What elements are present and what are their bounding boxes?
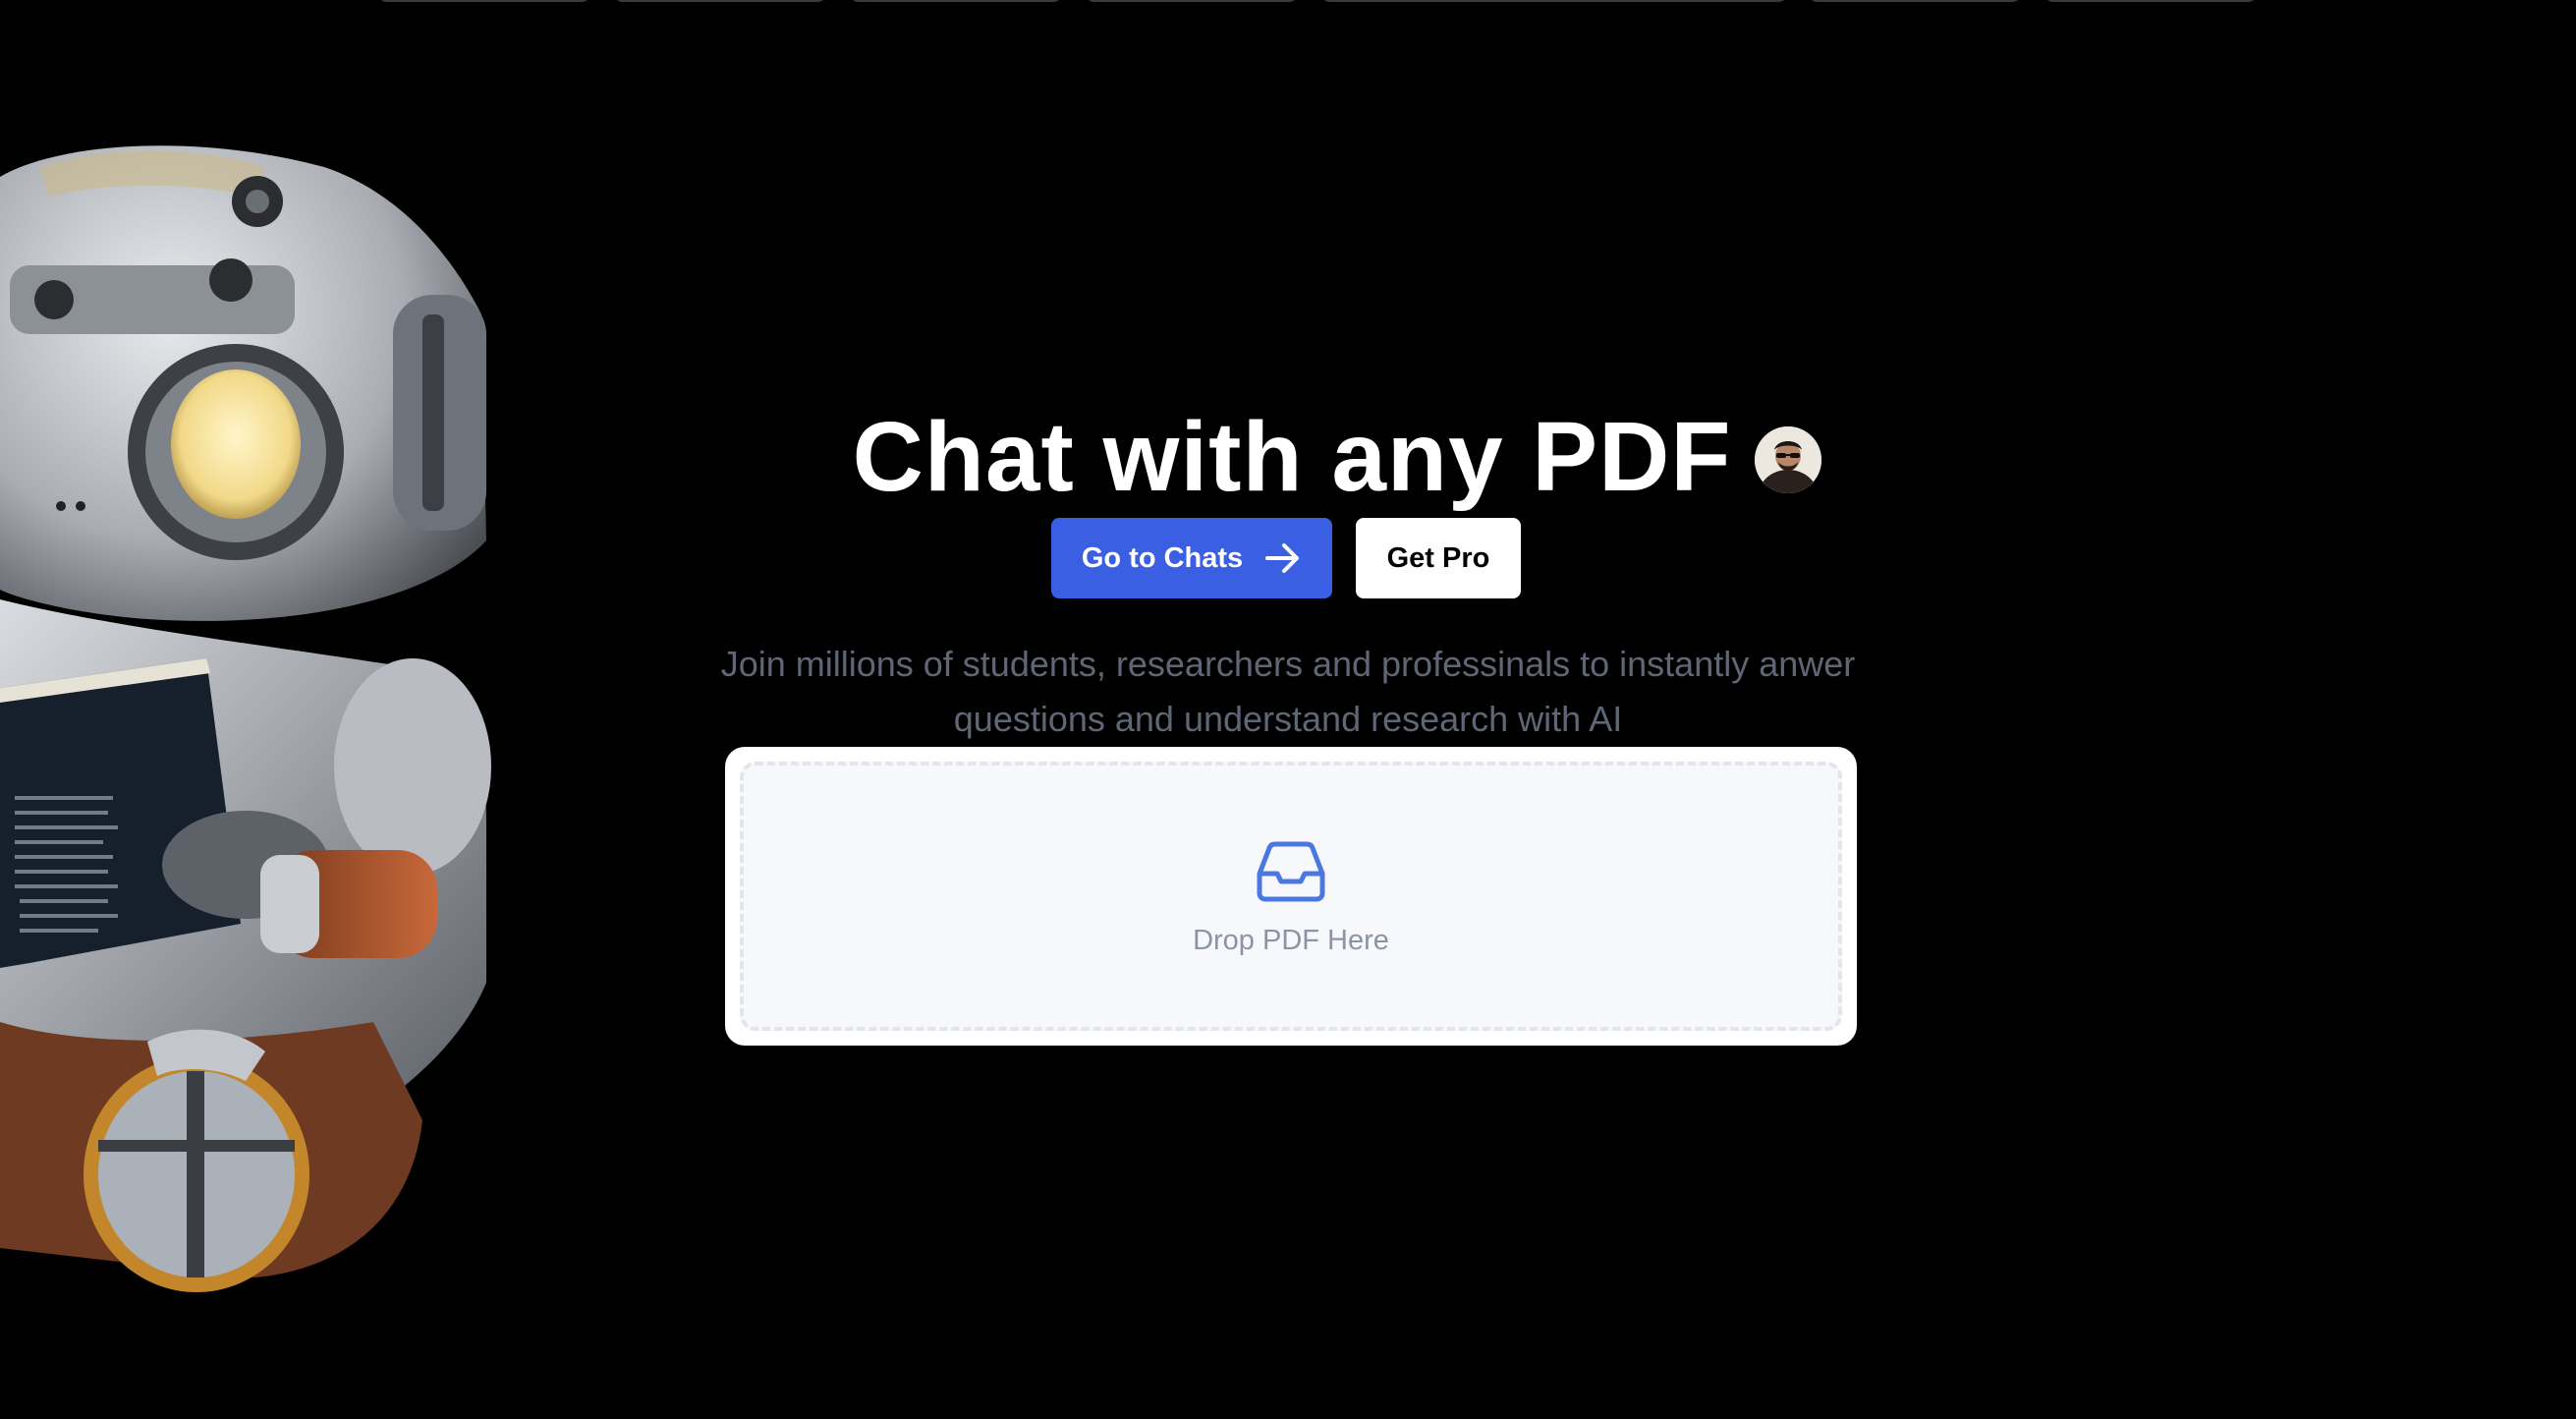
top-tab-stub[interactable] xyxy=(377,0,591,2)
robot-reading-illustration xyxy=(0,145,491,1292)
top-tab-stub[interactable] xyxy=(1808,0,2022,2)
pdf-dropzone[interactable]: Drop PDF Here xyxy=(740,762,1842,1031)
go-to-chats-label: Go to Chats xyxy=(1081,541,1244,574)
landing-page: Chat with any PDF Go to Chats Get Pro Jo… xyxy=(0,0,2576,1419)
upload-card: Drop PDF Here xyxy=(725,747,1857,1046)
top-tab-stub[interactable] xyxy=(849,0,1063,2)
dropzone-label: Drop PDF Here xyxy=(1193,924,1389,956)
hero-title-row: Chat with any PDF xyxy=(0,393,2576,521)
go-to-chats-button[interactable]: Go to Chats xyxy=(1051,518,1332,598)
arrow-right-icon xyxy=(1265,543,1300,573)
inbox-icon xyxy=(1257,841,1325,901)
avatar-photo-icon xyxy=(1755,426,1822,493)
hero-actions-group: Go to Chats Get Pro xyxy=(1051,518,1521,598)
get-pro-button[interactable]: Get Pro xyxy=(1356,518,1521,598)
hero-actions: Go to Chats Get Pro xyxy=(0,518,2576,598)
top-tab-stub[interactable] xyxy=(613,0,827,2)
top-tab-stub[interactable] xyxy=(2044,0,2258,2)
page-title: Chat with any PDF xyxy=(852,401,1732,512)
top-tab-stub[interactable] xyxy=(1320,0,1788,2)
top-tab-stub[interactable] xyxy=(1085,0,1299,2)
hero-subtitle: Join millions of students, researchers a… xyxy=(720,644,1856,739)
top-tab-strip xyxy=(0,0,2576,4)
user-avatar[interactable] xyxy=(1755,426,1822,493)
